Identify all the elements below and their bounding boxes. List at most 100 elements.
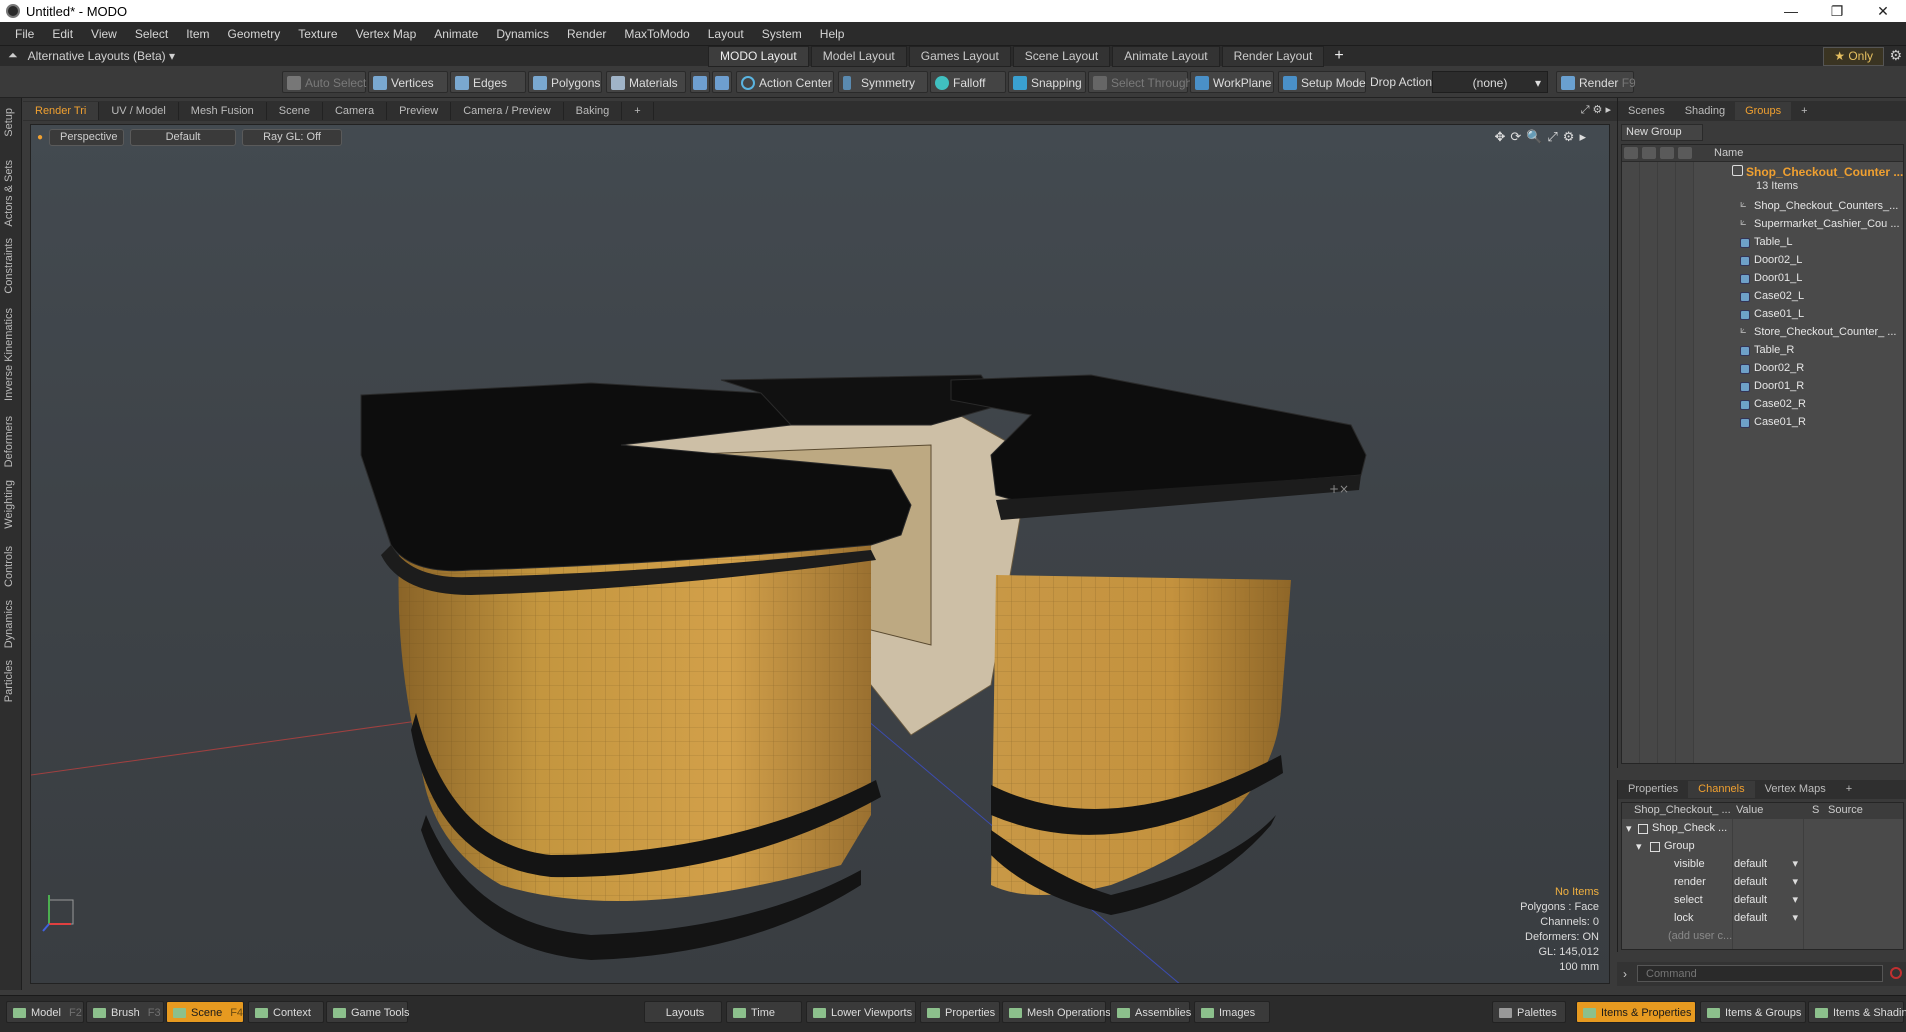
list-item[interactable]: Table_R	[1622, 342, 1903, 360]
side-tab-inverse-kinematics[interactable]: Inverse Kinematics	[3, 308, 15, 401]
channels-tree-root[interactable]: ▾ Shop_Check ...	[1622, 820, 1903, 838]
tab-properties[interactable]: Properties	[1618, 781, 1688, 798]
setup-mode-button[interactable]: Setup Mode	[1278, 71, 1366, 93]
list-item[interactable]: Case01_L	[1622, 306, 1903, 324]
menu-render[interactable]: Render	[558, 27, 615, 41]
workplane-button[interactable]: WorkPlane	[1190, 71, 1274, 93]
stop-icon[interactable]	[1890, 967, 1902, 979]
side-tab-particles[interactable]: Particles	[3, 660, 15, 702]
menu-edit[interactable]: Edit	[43, 27, 82, 41]
symmetry-button[interactable]: Symmetry	[838, 71, 928, 93]
only-toggle[interactable]: ★ Only	[1823, 47, 1884, 66]
list-item[interactable]: Case02_L	[1622, 288, 1903, 306]
mesh-operations-button[interactable]: Mesh Operations	[1002, 1001, 1111, 1023]
materials-button[interactable]: Materials	[606, 71, 686, 93]
scene-button[interactable]: Scene F4	[166, 1001, 244, 1023]
tab-preview[interactable]: Preview	[387, 102, 452, 120]
channel-value-dropdown[interactable]: default	[1734, 893, 1802, 906]
lower-viewports-button[interactable]: Lower Viewports	[806, 1001, 916, 1023]
channel-value-dropdown[interactable]: default	[1734, 911, 1802, 924]
side-tab-setup[interactable]: Setup	[3, 108, 15, 137]
restore-button[interactable]: ❐	[1814, 0, 1860, 22]
model-button[interactable]: Model F2	[6, 1001, 84, 1023]
tab-modo-layout[interactable]: MODO Layout	[708, 46, 809, 67]
gear-icon[interactable]: ⚙	[1889, 47, 1902, 64]
menu-maxtomodo[interactable]: MaxToModo	[615, 27, 698, 41]
tab-camera[interactable]: Camera	[323, 102, 388, 120]
items-groups-button[interactable]: Items & Groups	[1700, 1001, 1806, 1023]
images-button[interactable]: Images	[1194, 1001, 1270, 1023]
alt-layouts-dropdown[interactable]: Alternative Layouts (Beta) ▾	[28, 49, 175, 63]
list-item[interactable]: Door02_R	[1622, 360, 1903, 378]
tab-scene-layout[interactable]: Scene Layout	[1012, 46, 1111, 67]
channel-row-render[interactable]: render default	[1622, 874, 1903, 892]
action-center-button[interactable]: Action Center	[736, 71, 834, 93]
tab-model-layout[interactable]: Model Layout	[810, 46, 907, 67]
menu-texture[interactable]: Texture	[289, 27, 346, 41]
3d-viewport[interactable]: ● Perspective Default Ray GL: Off ✥⟳🔍⤢⚙▸	[30, 124, 1610, 984]
channel-value-dropdown[interactable]: default	[1734, 875, 1802, 888]
new-group-button[interactable]: New Group	[1621, 124, 1703, 141]
channels-s-header[interactable]: S	[1812, 804, 1819, 816]
menu-view[interactable]: View	[82, 27, 126, 41]
list-item[interactable]: Door02_L	[1622, 252, 1903, 270]
add-user-channel[interactable]: (add user c...	[1622, 928, 1903, 946]
add-channel-tab-button[interactable]: +	[1836, 781, 1862, 798]
item-mode-button[interactable]	[690, 71, 710, 93]
side-tab-weighting[interactable]: Weighting	[3, 480, 15, 529]
snapping-button[interactable]: Snapping	[1008, 71, 1086, 93]
menu-animate[interactable]: Animate	[425, 27, 487, 41]
alt-layouts[interactable]: ⏶ Alternative Layouts (Beta) ▾	[8, 48, 175, 63]
menu-item[interactable]: Item	[177, 27, 218, 41]
pivot-mode-button[interactable]	[712, 71, 732, 93]
tab-scene[interactable]: Scene	[267, 102, 323, 120]
expand-icon[interactable]: ▾	[1636, 840, 1642, 853]
side-tab-dynamics[interactable]: Dynamics	[3, 600, 15, 648]
tab-games-layout[interactable]: Games Layout	[908, 46, 1011, 67]
side-tab-actors-sets[interactable]: Actors & Sets	[3, 160, 15, 227]
menu-layout[interactable]: Layout	[699, 27, 753, 41]
items-shading-button[interactable]: Items & Shading	[1808, 1001, 1906, 1023]
game-tools-button[interactable]: Game Tools	[326, 1001, 410, 1023]
channels-source-header[interactable]: Source	[1828, 804, 1863, 816]
auto-select-button[interactable]: Auto Select	[282, 71, 366, 93]
list-item[interactable]: ⟀ Supermarket_Cashier_Cou ...	[1622, 216, 1903, 234]
time-button[interactable]: Time	[726, 1001, 802, 1023]
channels-value-header[interactable]: Value	[1736, 804, 1763, 816]
name-column-header[interactable]: Name	[1714, 147, 1743, 159]
side-tab-constraints[interactable]: Constraints	[3, 238, 15, 294]
expand-icon[interactable]: ▾	[1626, 822, 1632, 835]
command-input[interactable]	[1637, 965, 1883, 982]
menu-dynamics[interactable]: Dynamics	[487, 27, 558, 41]
add-panel-tab-button[interactable]: +	[1791, 102, 1817, 120]
tab-render-layout[interactable]: Render Layout	[1221, 46, 1325, 67]
layout-collapse-icon[interactable]: ⏶	[8, 48, 18, 63]
list-item[interactable]: Case02_R	[1622, 396, 1903, 414]
tab-render-tri[interactable]: Render Tri	[23, 102, 100, 120]
falloff-button[interactable]: Falloff	[930, 71, 1006, 93]
list-item[interactable]: Table_L	[1622, 234, 1903, 252]
palettes-button[interactable]: Palettes	[1492, 1001, 1566, 1023]
tab-groups[interactable]: Groups	[1735, 102, 1792, 120]
list-item[interactable]: ⟀ Shop_Checkout_Counters_...	[1622, 198, 1903, 216]
channel-row-lock[interactable]: lock default	[1622, 910, 1903, 928]
tab-mesh-fusion[interactable]: Mesh Fusion	[179, 102, 267, 120]
tab-scenes[interactable]: Scenes	[1618, 102, 1675, 120]
close-button[interactable]: ✕	[1860, 0, 1906, 22]
layouts-button[interactable]: Layouts	[644, 1001, 722, 1023]
tab-baking[interactable]: Baking	[564, 102, 623, 120]
list-item[interactable]: Door01_R	[1622, 378, 1903, 396]
channels-name-header[interactable]: Shop_Checkout_ ...	[1634, 804, 1731, 816]
brush-button[interactable]: Brush F3	[86, 1001, 164, 1023]
tab-animate-layout[interactable]: Animate Layout	[1112, 46, 1220, 67]
properties-button[interactable]: Properties	[920, 1001, 1000, 1023]
render-button[interactable]: Render F9	[1556, 71, 1636, 93]
tab-vertex-maps[interactable]: Vertex Maps	[1755, 781, 1836, 798]
edges-button[interactable]: Edges	[450, 71, 526, 93]
side-tab-controls[interactable]: Controls	[3, 546, 15, 587]
assemblies-button[interactable]: Assemblies	[1110, 1001, 1191, 1023]
select-toggle-icon[interactable]	[1678, 147, 1692, 159]
side-tab-deformers[interactable]: Deformers	[3, 416, 15, 467]
channel-row-select[interactable]: select default	[1622, 892, 1903, 910]
tab-uv-model[interactable]: UV / Model	[99, 102, 179, 120]
